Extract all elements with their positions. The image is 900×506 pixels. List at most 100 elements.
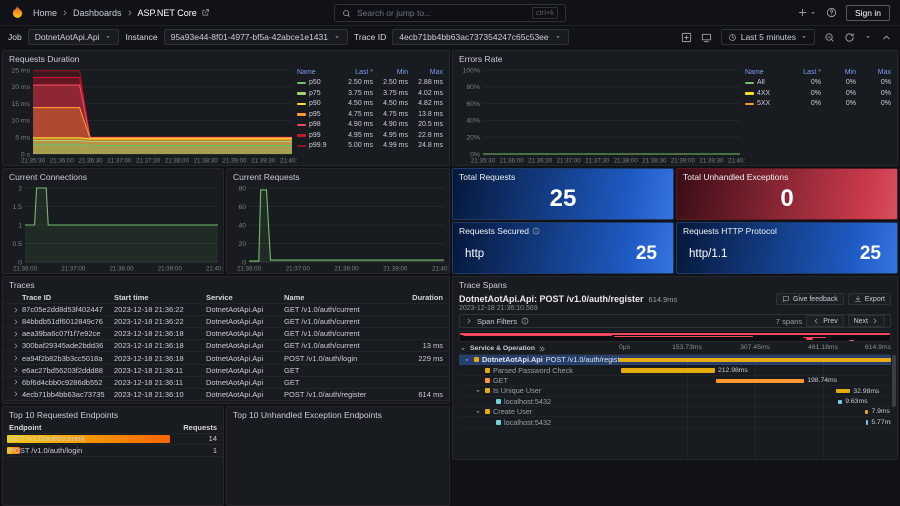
span-row[interactable]: Parsed Password Check 212.98ms [459, 365, 891, 375]
traces-col[interactable]: Trace ID [22, 293, 114, 302]
export-button[interactable]: Export [847, 293, 891, 305]
time-range-picker[interactable]: Last 5 minutes [720, 29, 815, 45]
span-bar[interactable] [864, 409, 869, 415]
endpoints-col[interactable]: Endpoint [9, 423, 177, 432]
caret-down-icon[interactable] [459, 345, 467, 353]
span-bar[interactable] [619, 358, 891, 363]
current-connections-chart[interactable]: 2 1.5 1 0.5 0 21:36:00 21:37:00 21:38:00 21:39:0… [3, 184, 223, 273]
panel-title[interactable]: Errors Rate [453, 51, 897, 66]
help-icon[interactable] [826, 7, 837, 18]
requests-duration-chart[interactable]: 25 ms 20 ms 15 ms 10 ms 5 ms 0 s 21:35:30 21:36… [3, 66, 304, 165]
instance-variable-select[interactable]: 95a93e44-8f01-4977-bf5a-42abce1e1431 [163, 29, 348, 45]
trace-row[interactable]: aea39ba6c07f1f7e92ce 2023-12-18 21:36:18… [3, 328, 449, 341]
trace-row[interactable]: e6ac27bd56203f2ddd88 2023-12-18 21:36:11… [3, 365, 449, 377]
legend-col-name[interactable]: Name [297, 69, 337, 76]
give-feedback-button[interactable]: Give feedback [776, 293, 844, 305]
panel-title[interactable]: Top 10 Requested Endpoints [3, 407, 223, 422]
info-icon[interactable] [532, 227, 540, 235]
panel-title[interactable]: Requests Duration [3, 51, 449, 66]
panel-title[interactable]: Current Requests [227, 169, 449, 184]
job-variable-select[interactable]: DotnetAotApi.Api [27, 29, 120, 45]
legend-series[interactable]: p95 4.75 ms 4.75 ms 13.8 ms [297, 109, 443, 120]
legend-col-max[interactable]: Max [408, 69, 443, 76]
prev-span-button[interactable]: Prev [806, 315, 844, 327]
span-bar[interactable] [835, 389, 851, 394]
add-panel-icon[interactable] [681, 32, 692, 43]
traces-col[interactable]: Service [206, 293, 284, 302]
expand-trace-icon[interactable] [9, 342, 22, 350]
zoom-out-icon[interactable] [824, 32, 835, 43]
trace-minimap[interactable] [459, 331, 891, 342]
legend-series[interactable]: p50 2.50 ms 2.50 ms 2.88 ms [297, 78, 443, 89]
span-row[interactable]: DotnetAotApi.ApiPOST /v1.0/auth/register… [459, 355, 891, 366]
expand-trace-icon[interactable] [9, 330, 22, 338]
sign-in-button[interactable]: Sign in [846, 4, 890, 21]
span-row[interactable]: localhost:5432 5.77ms [459, 417, 891, 427]
legend-series[interactable]: p99.9 5.00 ms 4.99 ms 24.8 ms [297, 141, 443, 152]
collapse-span-icon[interactable] [474, 408, 482, 416]
span-bar[interactable] [620, 368, 715, 373]
legend-col-last[interactable]: Last * [337, 69, 373, 76]
expand-trace-icon[interactable] [9, 390, 22, 398]
legend-col-last[interactable]: Last * [785, 69, 821, 76]
angle-double-right-icon[interactable] [538, 345, 546, 353]
span-row[interactable]: GET 198.74ms [459, 376, 891, 386]
spans-scrollbar[interactable] [892, 355, 896, 407]
legend-col-max[interactable]: Max [856, 69, 891, 76]
expand-trace-icon[interactable] [9, 378, 22, 386]
panel-title[interactable]: Trace Spans [453, 277, 897, 292]
span-bar[interactable] [716, 378, 805, 383]
span-bar[interactable] [865, 420, 869, 425]
share-dashboard-icon[interactable] [201, 8, 210, 17]
legend-col-name[interactable]: Name [745, 69, 785, 76]
errors-rate-chart[interactable]: 100% 80% 60% 40% 20% 0% 21:35:30 21:36:00 21:36:… [453, 66, 753, 165]
legend-series[interactable]: 4XX 0% 0% 0% [745, 88, 891, 99]
legend-col-min[interactable]: Min [821, 69, 856, 76]
span-row[interactable]: Is Unique User 32.98ms [459, 386, 891, 396]
expand-trace-icon[interactable] [9, 318, 22, 326]
traces-col[interactable]: Start time [114, 293, 206, 302]
endpoint-row[interactable]: GET /v1.0/auth/current 14 [3, 434, 223, 446]
breadcrumb-dashboards[interactable]: Dashboards [73, 8, 122, 18]
trace-row[interactable]: 300baf29345ade2bdd36 2023-12-18 21:36:18… [3, 340, 449, 353]
next-span-button[interactable]: Next [847, 315, 885, 327]
panel-title[interactable]: Requests HTTP Protocol [677, 223, 897, 238]
panel-title[interactable]: Current Connections [3, 169, 223, 184]
trace-row[interactable]: 4ecb71bb4bb63ac73735 2023-12-18 21:36:10… [3, 389, 449, 401]
refresh-interval-caret-icon[interactable] [864, 33, 872, 41]
traces-col[interactable]: Duration [397, 293, 443, 302]
legend-series[interactable]: All 0% 0% 0% [745, 78, 891, 89]
breadcrumb-home[interactable]: Home [33, 8, 57, 18]
trace-id-variable-input[interactable]: 4ecb71bb4bb63ac737354247c65c53ee [392, 29, 569, 45]
breadcrumb-dashboard-title[interactable]: ASP.NET Core [138, 8, 197, 18]
expand-trace-icon[interactable] [9, 366, 22, 374]
trace-row[interactable]: 6bf6d4cbb0c9286db552 2023-12-18 21:36:11… [3, 377, 449, 389]
span-bar[interactable] [837, 399, 843, 404]
expand-trace-icon[interactable] [9, 354, 22, 362]
legend-series[interactable]: p75 3.75 ms 3.75 ms 4.02 ms [297, 88, 443, 99]
endpoint-row[interactable]: POST /v1.0/auth/login 1 [3, 445, 223, 457]
trace-row[interactable]: 84bbdb51df6012849c76 2023-12-18 21:36:22… [3, 316, 449, 329]
collapse-span-icon[interactable] [463, 356, 471, 364]
span-filters-bar[interactable]: Span Filters 7 spans Prev Next [459, 314, 891, 328]
expand-trace-icon[interactable] [9, 306, 22, 314]
panel-title[interactable]: Traces [3, 277, 449, 292]
refresh-icon[interactable] [844, 32, 855, 43]
span-row[interactable]: Create User 7.9ms [459, 407, 891, 417]
trace-row[interactable]: 87c05e2dd8d53f402447 2023-12-18 21:36:22… [3, 304, 449, 317]
grafana-logo-icon[interactable] [10, 5, 25, 20]
traces-col[interactable]: Name [284, 293, 397, 302]
tv-kiosk-icon[interactable] [701, 32, 712, 43]
collapse-span-icon[interactable] [474, 387, 482, 395]
current-requests-chart[interactable]: 80 60 40 20 0 21:36:00 21:37:00 21:38:00 21:39:0… [227, 184, 449, 273]
legend-series[interactable]: p99 4.95 ms 4.95 ms 22.8 ms [297, 130, 443, 141]
legend-col-min[interactable]: Min [373, 69, 408, 76]
legend-series[interactable]: 5XX 0% 0% 0% [745, 99, 891, 110]
panel-title[interactable]: Top 10 Unhandled Exception Endpoints [227, 407, 449, 422]
legend-series[interactable]: p98 4.90 ms 4.90 ms 20.5 ms [297, 120, 443, 131]
trace-row[interactable]: ea94f2b82b3b3cc5018a 2023-12-18 21:36:18… [3, 352, 449, 365]
service-operation-header[interactable]: Service & Operation [470, 345, 535, 352]
endpoints-col[interactable]: Requests [177, 423, 217, 432]
collapse-toolbar-icon[interactable] [881, 32, 892, 43]
span-row[interactable]: localhost:5432 9.63ms [459, 397, 891, 407]
